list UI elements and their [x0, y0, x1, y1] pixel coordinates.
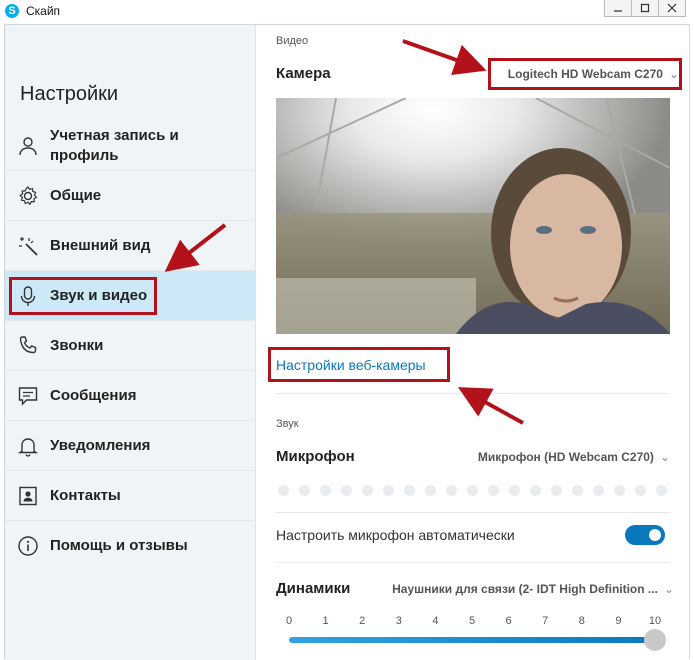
minimize-button[interactable] [604, 0, 632, 17]
settings-window: Настройки Учетная запись и профиль Общие… [4, 24, 690, 660]
maximize-button[interactable] [631, 0, 659, 17]
maximize-icon [640, 3, 650, 13]
title-bar: S Скайп [0, 0, 694, 22]
close-icon [667, 3, 677, 13]
annotation-arrows [164, 39, 524, 425]
skype-logo-icon: S [5, 4, 19, 18]
window-title: Скайп [26, 4, 61, 18]
close-button[interactable] [658, 0, 686, 17]
minimize-icon [614, 10, 622, 12]
